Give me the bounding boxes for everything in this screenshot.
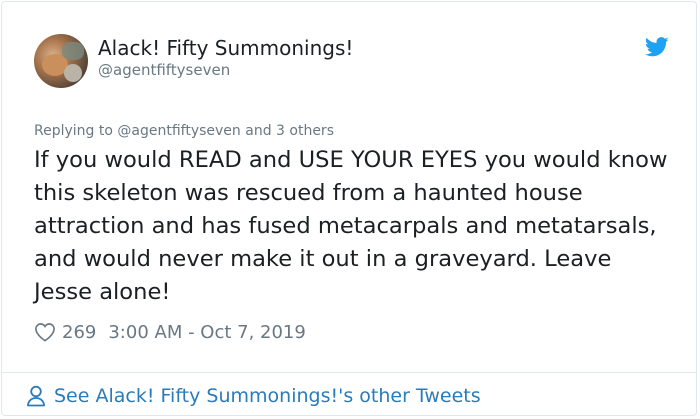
person-icon [27, 385, 45, 407]
avatar-photo-detail [64, 64, 82, 82]
reply-suffix[interactable]: and 3 others [241, 123, 334, 139]
reply-prefix: Replying to [34, 123, 118, 139]
avatar-photo-detail [62, 42, 84, 60]
see-other-tweets-label[interactable]: See Alack! Fifty Summonings!'s other Twe… [54, 385, 481, 407]
reply-context: Replying to @agentfiftyseven and 3 other… [34, 122, 334, 140]
tweet-timestamp[interactable]: 3:00 AM - Oct 7, 2019 [108, 322, 305, 343]
author-display-name[interactable]: Alack! Fifty Summonings! [98, 36, 353, 60]
tweet-text: If you would READ and USE YOUR EYES you … [34, 147, 668, 305]
like-count[interactable]: 269 [62, 322, 96, 343]
author-handle[interactable]: @agentfiftyseven [98, 61, 230, 79]
heart-icon[interactable] [34, 322, 56, 342]
reply-mention-link[interactable]: @agentfiftyseven [117, 123, 240, 139]
see-other-tweets-link[interactable]: See Alack! Fifty Summonings!'s other Twe… [26, 382, 481, 410]
twitter-bird-icon[interactable] [645, 37, 669, 57]
tweet-meta: 269 3:00 AM - Oct 7, 2019 [34, 320, 306, 344]
footer-divider [2, 372, 696, 373]
tweet-card: Alack! Fifty Summonings! @agentfiftyseve… [1, 1, 697, 416]
avatar[interactable] [34, 34, 88, 88]
